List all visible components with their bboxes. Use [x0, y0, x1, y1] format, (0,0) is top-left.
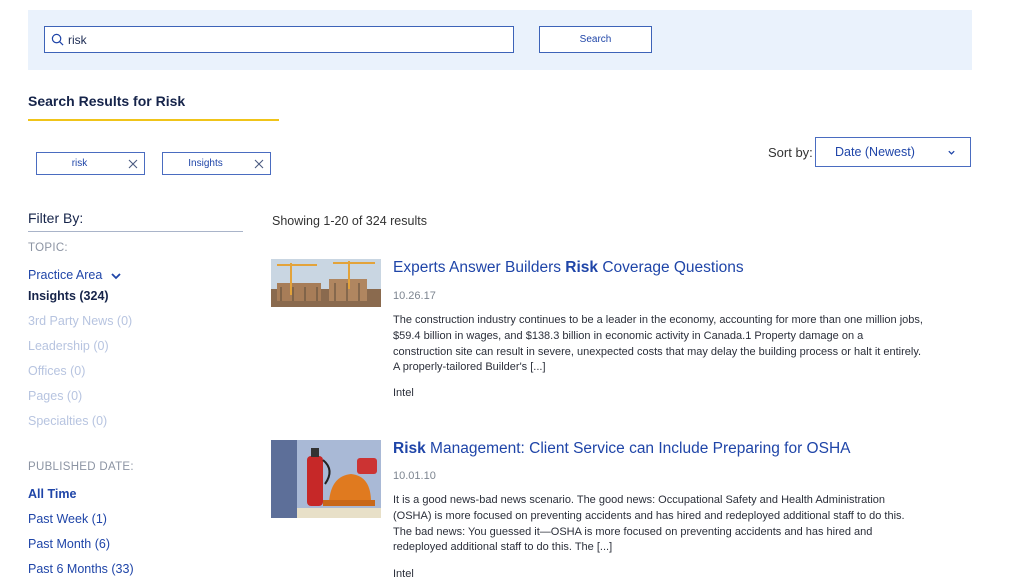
topic-filter-offices[interactable]: Offices (0) [28, 364, 85, 378]
search-icon [51, 33, 64, 46]
result-type-label: Intel [393, 568, 414, 580]
topic-filter-3rd-party-news[interactable]: 3rd Party News (0) [28, 314, 132, 328]
date-filter-past-6-months[interactable]: Past 6 Months (33) [28, 562, 134, 576]
date-filter-past-month[interactable]: Past Month (6) [28, 537, 110, 551]
filter-divider [28, 231, 243, 232]
topic-filter-specialties[interactable]: Specialties (0) [28, 414, 107, 428]
published-date-section-label: PUBLISHED DATE: [28, 461, 134, 473]
result-title-text: Coverage Questions [598, 259, 744, 276]
filter-heading: Filter By: [28, 210, 84, 226]
filter-chip-label: Insights [188, 158, 223, 169]
close-icon[interactable] [248, 159, 270, 169]
result-title-highlight: Risk [393, 440, 426, 457]
date-filter-all-time[interactable]: All Time [28, 487, 76, 501]
chevron-down-icon [111, 273, 121, 279]
result-thumbnail-construction[interactable] [271, 259, 381, 307]
practice-area-toggle[interactable]: Practice Area [28, 268, 122, 282]
practice-area-label: Practice Area [28, 268, 103, 282]
results-count: Showing 1-20 of 324 results [272, 214, 427, 228]
search-input[interactable]: risk [44, 26, 514, 53]
result-date: 10.01.10 [393, 470, 436, 482]
filter-chip-insights[interactable]: Insights [162, 152, 271, 175]
topic-filter-pages[interactable]: Pages (0) [28, 389, 82, 403]
result-title-highlight: Risk [565, 259, 599, 276]
filter-chip-label: risk [71, 158, 88, 169]
result-title-text: Experts Answer Builders [393, 259, 566, 276]
search-query-text: risk [68, 32, 87, 47]
sort-select[interactable]: Date (Newest) [815, 137, 971, 167]
result-excerpt: The construction industry continues to b… [393, 314, 923, 374]
date-filter-past-week[interactable]: Past Week (1) [28, 512, 107, 526]
chevron-down-icon [948, 150, 955, 155]
result-title-link[interactable]: Risk Management: Client Service can Incl… [393, 440, 851, 458]
result-title-link[interactable]: Experts Answer Builders Risk Coverage Qu… [393, 259, 744, 277]
filter-chip-risk[interactable]: risk [36, 152, 145, 175]
result-type-label: Intel [393, 387, 414, 399]
page-title: Search Results for Risk [28, 93, 186, 109]
result-title-text: Management: Client Service can Include P… [425, 440, 851, 457]
search-button[interactable]: Search [539, 26, 652, 53]
title-underline [28, 119, 279, 121]
topic-filter-insights[interactable]: Insights (324) [28, 289, 109, 303]
sort-selected-value: Date (Newest) [835, 145, 915, 159]
result-excerpt: It is a good news-bad news scenario. The… [393, 494, 905, 554]
topic-section-label: TOPIC: [28, 242, 68, 254]
result-date: 10.26.17 [393, 290, 436, 302]
topic-filter-leadership[interactable]: Leadership (0) [28, 339, 109, 353]
result-thumbnail-safety-gear[interactable] [271, 440, 381, 518]
sort-label: Sort by: [768, 145, 813, 160]
close-icon[interactable] [122, 159, 144, 169]
